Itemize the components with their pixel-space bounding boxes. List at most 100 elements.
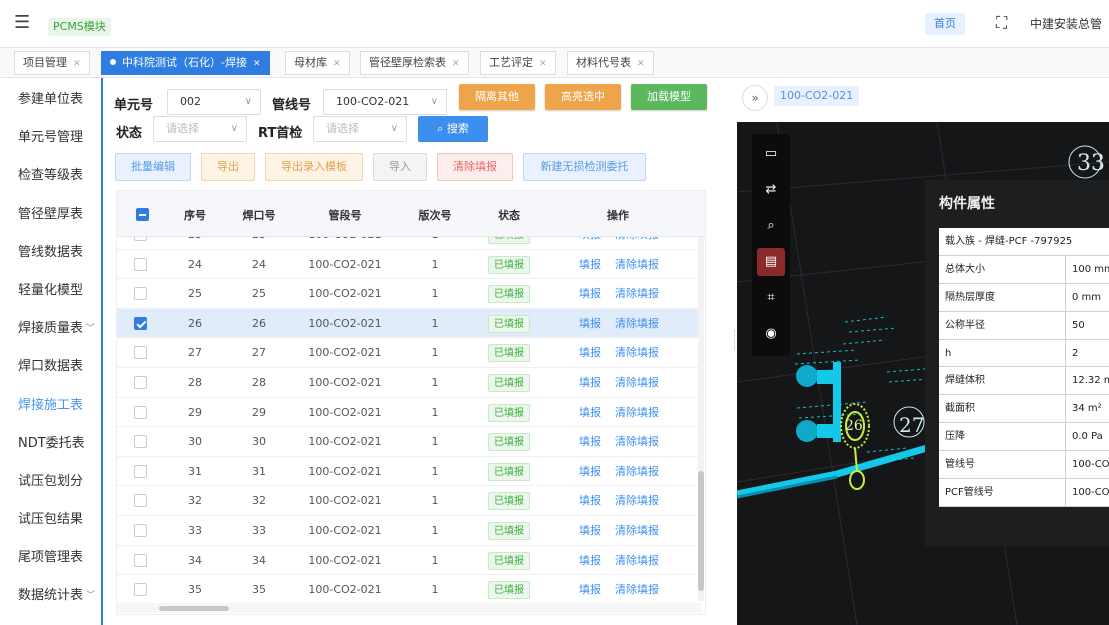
company-name[interactable]: 中建安装总管 [1030,15,1102,32]
row-checkbox[interactable] [134,583,147,597]
fill-link[interactable]: 填报 [573,250,607,280]
tab-pipe-thickness[interactable]: 管径壁厚检索表 ✕ [360,51,469,75]
fill-link[interactable]: 填报 [573,486,607,516]
highlight-selected-button[interactable]: 高亮选中 [545,84,621,110]
row-checkbox[interactable] [134,287,147,301]
row-checkbox[interactable] [134,435,147,449]
table-row[interactable]: 31 31 100-CO2-021 1 已填报 填报 清除填报 [117,457,701,487]
table-row[interactable]: 33 33 100-CO2-021 1 已填报 填报 清除填报 [117,516,701,546]
fill-link[interactable]: 填报 [573,309,607,339]
load-model-button[interactable]: 加载模型 [631,84,707,110]
close-icon[interactable]: ✕ [253,59,261,69]
row-checkbox[interactable] [134,257,147,271]
table-row[interactable]: 26 26 100-CO2-021 1 已填报 填报 清除填报 [117,308,701,339]
sidebar-item-lightweight-model[interactable]: 轻量化模型 [0,269,101,307]
table-row[interactable]: 32 32 100-CO2-021 1 已填报 填报 清除填报 [117,486,701,516]
clear-fill-link[interactable]: 清除填报 [609,457,665,487]
row-checkbox[interactable] [134,553,147,567]
clear-fill-link[interactable]: 清除填报 [609,368,665,398]
fill-link[interactable]: 填报 [573,516,607,546]
select-all-checkbox[interactable] [136,208,149,221]
row-checkbox[interactable] [134,375,147,389]
fill-link[interactable]: 填报 [573,457,607,487]
table-row[interactable]: 30 30 100-CO2-021 1 已填报 填报 清除填报 [117,427,701,457]
fill-link[interactable]: 填报 [573,546,607,576]
fill-link[interactable]: 填报 [573,398,607,428]
close-icon[interactable]: ✕ [333,59,341,69]
clear-fill-link[interactable]: 清除填报 [609,250,665,280]
rt-select[interactable]: 请选择 ∨ [313,116,407,142]
table-row[interactable]: 28 28 100-CO2-021 1 已填报 填报 清除填报 [117,368,701,398]
clipboard-icon[interactable]: ▤ [757,248,785,276]
export-button[interactable]: 导出 [201,153,255,181]
clear-fill-link[interactable]: 清除填报 [609,398,665,428]
table-row[interactable]: 25 25 100-CO2-021 1 已填报 填报 清除填报 [117,279,701,309]
sidebar-item-statistics[interactable]: 数据统计表 ﹀ [0,574,101,612]
monitor-icon[interactable]: ▭ [757,140,785,168]
row-checkbox[interactable] [134,464,147,478]
tab-project-management[interactable]: 项目管理 ✕ [14,51,90,75]
clear-fill-link[interactable]: 清除填报 [609,575,665,605]
tab-process-evaluation[interactable]: 工艺评定 ✕ [480,51,556,75]
clear-fill-link[interactable]: 清除填报 [609,338,665,368]
tab-welding-active[interactable]: 中科院测试（石化）-焊接 ✕ [101,51,270,75]
table-row[interactable]: 35 35 100-CO2-021 1 已填报 填报 清除填报 [117,575,701,605]
close-icon[interactable]: ✕ [452,59,460,69]
fill-link[interactable]: 填报 [573,575,607,605]
search-button[interactable]: ⌕ 搜索 [418,116,488,142]
import-button[interactable]: 导入 [373,153,427,181]
sidebar-item-weld-quality[interactable]: 焊接质量表 ﹀ [0,307,101,345]
menu-toggle-icon[interactable]: ☰ [14,12,30,33]
clear-fill-link[interactable]: 清除填报 [609,546,665,576]
clear-fill-link[interactable]: 清除填报 [609,427,665,457]
sidebar-item-participants[interactable]: 参建单位表 [0,78,101,116]
row-checkbox[interactable] [134,405,147,419]
clear-fill-link[interactable]: 清除填报 [609,486,665,516]
crop-icon[interactable]: ⌗ [757,284,785,312]
export-template-button[interactable]: 导出录入模板 [265,153,363,181]
zoom-icon[interactable]: ⌕ [757,212,785,240]
fill-link[interactable]: 填报 [573,279,607,309]
sidebar-item-pressure-division[interactable]: 试压包划分 [0,460,101,498]
sidebar-item-ndt[interactable]: NDT委托表 [0,422,101,460]
batch-edit-button[interactable]: 批量编辑 [115,153,191,181]
fill-link[interactable]: 填报 [573,368,607,398]
tab-material-code[interactable]: 材料代号表 ✕ [567,51,654,75]
home-button[interactable]: 首页 [925,13,965,35]
fill-link[interactable]: 填报 [573,338,607,368]
status-select[interactable]: 请选择 ∨ [153,116,247,142]
sidebar-item-pipeline-data[interactable]: 管线数据表 [0,231,101,269]
clear-fill-button[interactable]: 清除填报 [437,153,513,181]
close-icon[interactable]: ✕ [73,59,81,69]
expand-icon[interactable]: » [742,85,768,111]
hide-eye-icon[interactable]: ◉ [757,320,785,348]
close-icon[interactable]: ✕ [637,59,645,69]
sidebar-item-inspection-level[interactable]: 检查等级表 [0,154,101,192]
clear-fill-link[interactable]: 清除填报 [609,309,665,339]
unit-select[interactable]: 002 ∨ [167,89,261,115]
row-checkbox[interactable] [134,523,147,537]
table-row[interactable]: 24 24 100-CO2-021 1 已填报 填报 清除填报 [117,250,701,280]
sidebar-item-weld-data[interactable]: 焊口数据表 [0,345,101,383]
table-row[interactable]: 27 27 100-CO2-021 1 已填报 填报 清除填报 [117,338,701,368]
close-icon[interactable]: ✕ [539,59,547,69]
row-checkbox[interactable] [134,494,147,508]
sidebar-item-tail-items[interactable]: 尾项管理表 [0,536,101,574]
sidebar-item-weld-construction[interactable]: 焊接施工表 [0,384,101,422]
fill-link[interactable]: 填报 [573,427,607,457]
clear-fill-link[interactable]: 清除填报 [609,516,665,546]
fullscreen-icon[interactable]: ⛶ [996,13,1007,33]
sidebar-item-pipe-thickness[interactable]: 管径壁厚表 [0,193,101,231]
clear-fill-link[interactable]: 清除填报 [609,279,665,309]
new-ndt-button[interactable]: 新建无损检测委托 [523,153,646,181]
table-row[interactable]: 29 29 100-CO2-021 1 已填报 填报 清除填报 [117,398,701,428]
sidebar-item-pressure-result[interactable]: 试压包结果 [0,498,101,536]
row-checkbox[interactable] [134,346,147,360]
row-checkbox[interactable] [134,316,147,330]
swap-icon[interactable]: ⇄ [757,176,785,204]
vertical-scrollbar[interactable] [698,471,704,591]
line-select[interactable]: 100-CO2-021 ∨ [323,89,447,115]
horizontal-scrollbar[interactable] [159,606,229,611]
tab-base-material[interactable]: 母材库 ✕ [285,51,350,75]
table-row[interactable]: 34 34 100-CO2-021 1 已填报 填报 清除填报 [117,546,701,576]
